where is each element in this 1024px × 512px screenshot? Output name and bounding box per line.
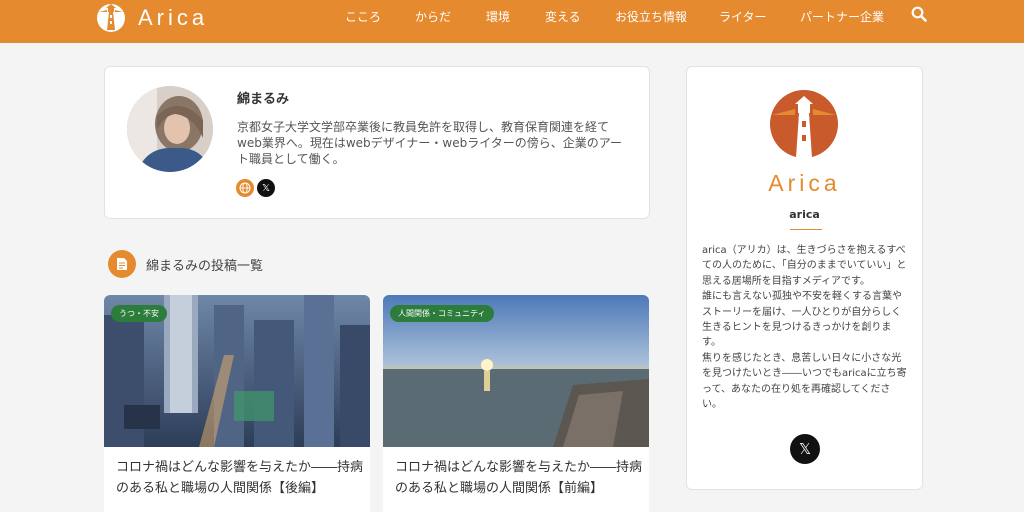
sidebar-name: arica <box>789 208 820 221</box>
post-title[interactable]: コロナ禍はどんな影響を与えたか――持病のある私と職場の人間関係【前編】 <box>395 457 645 499</box>
site-header: Arica こころ からだ 環境 変える お役立ち情報 ライター パートナー企業 <box>0 0 1024 43</box>
author-name: 綿まるみ <box>237 92 290 107</box>
sidebar-description: arica（アリカ）は、生きづらさを抱えるすべての人のために、「自分のままでいて… <box>702 245 907 411</box>
post-category-badge[interactable]: うつ・不安 <box>111 305 167 322</box>
nav-item-kaeru[interactable]: 変える <box>545 8 581 25</box>
site-logo[interactable]: Arica <box>96 3 208 33</box>
posts-section-title: 綿まるみの投稿一覧 <box>146 258 264 274</box>
nav-item-useful-info[interactable]: お役立ち情報 <box>615 8 687 25</box>
author-photo <box>127 86 213 172</box>
nav-item-writers[interactable]: ライター <box>719 8 767 25</box>
sidebar-brand: Arica <box>768 170 841 196</box>
posts-section-heading: 綿まるみの投稿一覧 <box>108 250 263 278</box>
document-icon <box>108 250 136 278</box>
globe-icon[interactable] <box>236 179 254 197</box>
nav-item-partners[interactable]: パートナー企業 <box>800 8 884 25</box>
nav-item-kankyo[interactable]: 環境 <box>486 8 510 25</box>
nav-item-kokoro[interactable]: こころ <box>345 8 381 25</box>
author-avatar <box>127 86 213 172</box>
post-title[interactable]: コロナ禍はどんな影響を与えたか――持病のある私と職場の人間関係【後編】 <box>116 457 366 499</box>
x-icon[interactable]: 𝕏 <box>790 434 820 464</box>
sidebar-about-card: Arica arica arica（アリカ）は、生きづらさを抱えるすべての人のた… <box>686 66 923 490</box>
author-profile-card: 綿まるみ 京都女子大学文学部卒業後に教員免許を取得し、教育保育関連を経てweb業… <box>104 66 650 219</box>
post-card[interactable]: うつ・不安 コロナ禍はどんな影響を与えたか――持病のある私と職場の人間関係【後編… <box>104 295 370 512</box>
site-brand: Arica <box>138 5 209 30</box>
sidebar-divider <box>790 229 822 230</box>
x-icon[interactable]: 𝕏 <box>257 179 275 197</box>
lighthouse-logo-icon <box>97 4 125 32</box>
author-bio: 京都女子大学文学部卒業後に教員免許を取得し、教育保育関連を経てweb業界へ。現在… <box>237 120 623 166</box>
nav-item-karada[interactable]: からだ <box>415 8 451 25</box>
post-card[interactable]: 人間関係・コミュニティ コロナ禍はどんな影響を与えたか――持病のある私と職場の人… <box>383 295 649 512</box>
post-category-badge[interactable]: 人間関係・コミュニティ <box>390 305 494 322</box>
author-links: 𝕏 <box>236 179 275 197</box>
search-icon[interactable] <box>911 6 927 22</box>
lighthouse-logo-icon <box>770 90 838 158</box>
